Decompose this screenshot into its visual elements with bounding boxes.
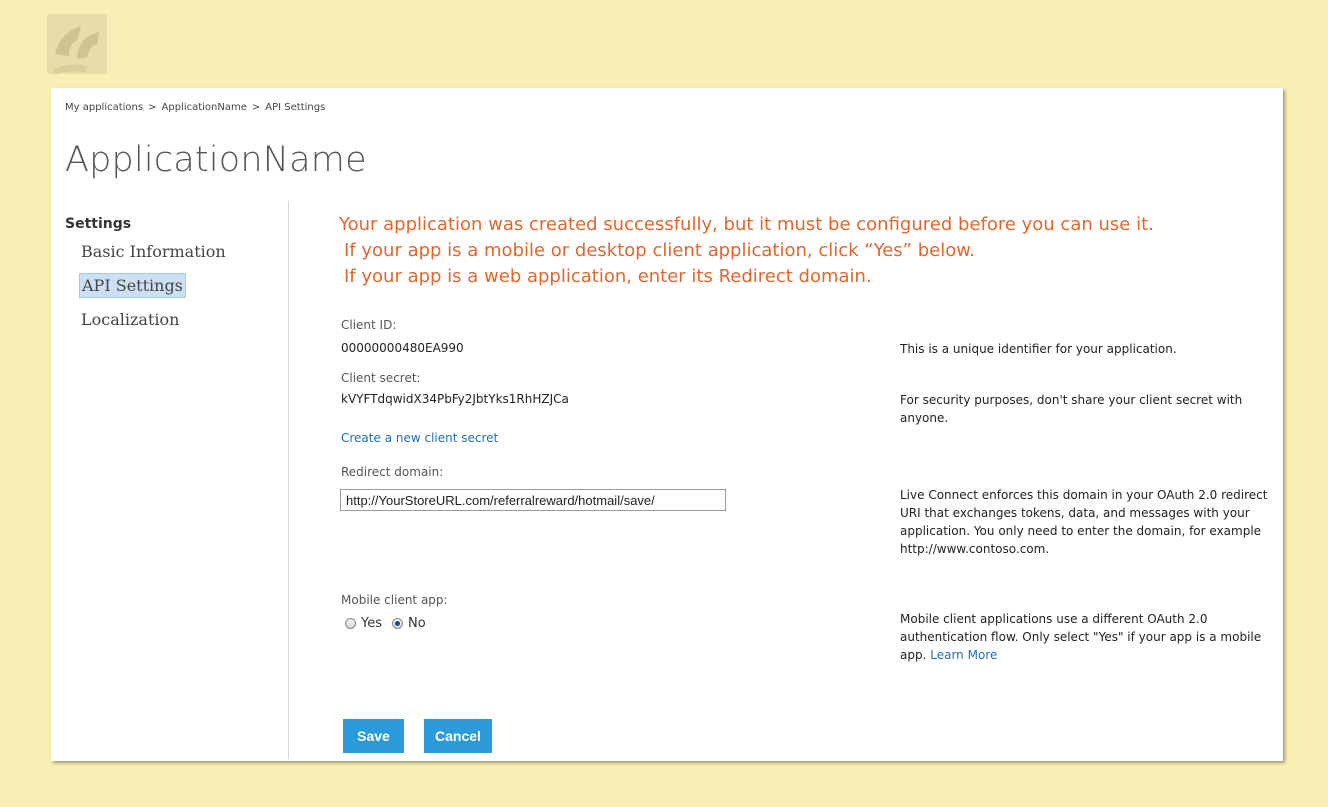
create-client-secret-link[interactable]: Create a new client secret	[341, 431, 498, 445]
mobile-client-yes-label[interactable]: Yes	[361, 616, 382, 631]
message-line: Your application was created successfull…	[339, 214, 1154, 235]
mobile-client-no-radio[interactable]	[392, 618, 403, 629]
main-panel: My applications > ApplicationName > API Sett…	[51, 88, 1283, 761]
breadcrumb-api-settings: API Settings	[265, 102, 326, 113]
breadcrumb-separator: >	[148, 102, 157, 113]
breadcrumb-application-name[interactable]: ApplicationName	[162, 102, 247, 113]
mobile-client-label: Mobile client app:	[341, 593, 448, 607]
message-line: If your app is a mobile or desktop clien…	[344, 240, 976, 261]
client-id-value: 00000000480EA990	[341, 341, 464, 355]
client-id-help: This is a unique identifier for your app…	[900, 342, 1177, 356]
setup-message: Your application was created successfull…	[339, 212, 1239, 290]
breadcrumb-separator: >	[251, 102, 261, 113]
redirect-domain-help: Live Connect enforces this domain in you…	[900, 488, 1268, 556]
sidebar-item-localization[interactable]: Localization	[79, 308, 181, 331]
message-line: If your app is a web application, enter …	[344, 266, 872, 287]
learn-more-link[interactable]: Learn More	[930, 648, 997, 662]
client-secret-help: For security purposes, don't share your …	[900, 393, 1243, 425]
redirect-domain-input[interactable]	[340, 489, 726, 511]
save-button[interactable]: Save	[343, 719, 404, 753]
settings-sidebar: Settings Basic Information API Settings …	[65, 216, 275, 341]
sidebar-item-api-settings[interactable]: API Settings	[79, 273, 186, 298]
sidebar-divider	[288, 201, 289, 759]
breadcrumb-my-applications[interactable]: My applications	[65, 102, 143, 113]
mobile-client-radio-group: Yes No	[345, 616, 436, 631]
mobile-client-help: Mobile client applications use a differe…	[900, 610, 1272, 664]
redirect-domain-label: Redirect domain:	[341, 465, 444, 479]
sidebar-heading: Settings	[65, 216, 132, 232]
sidebar-item-basic-information[interactable]: Basic Information	[79, 240, 228, 263]
logo-icon	[53, 26, 99, 74]
cancel-button[interactable]: Cancel	[424, 719, 492, 753]
page-title: ApplicationName	[65, 140, 367, 180]
mobile-client-yes-radio[interactable]	[345, 618, 356, 629]
app-logo	[47, 14, 107, 74]
client-secret-value: kVYFTdqwidX34PbFy2JbtYks1RhHZJCa	[341, 392, 569, 406]
mobile-client-no-label[interactable]: No	[408, 616, 426, 631]
client-id-label: Client ID:	[341, 318, 397, 332]
breadcrumb: My applications > ApplicationName > API Sett…	[65, 102, 325, 113]
client-secret-label: Client secret:	[341, 371, 421, 385]
